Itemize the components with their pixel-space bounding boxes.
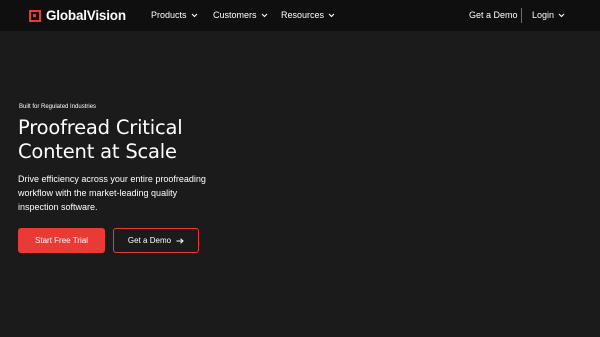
hero-eyebrow: Built for Regulated Industries xyxy=(19,104,97,110)
nav-item-resources[interactable]: Resources xyxy=(281,9,335,21)
chevron-down-icon xyxy=(558,13,565,18)
chevron-down-icon xyxy=(328,13,335,18)
get-a-demo-button[interactable]: Get a Demo xyxy=(113,228,199,253)
hero-subtext-line-3: inspection software. xyxy=(18,202,98,212)
brand-name: GlobalVision xyxy=(46,8,126,23)
top-navigation: GlobalVision Products Customers Resource… xyxy=(0,0,600,31)
nav-get-a-demo-label: Get a Demo xyxy=(469,10,518,20)
nav-item-customers-label: Customers xyxy=(213,10,257,20)
nav-login-label: Login xyxy=(532,10,555,20)
chevron-down-icon xyxy=(261,13,267,18)
nav-item-resources-label: Resources xyxy=(281,10,325,20)
arrow-right-icon xyxy=(176,237,184,244)
nav-item-products-label: Products xyxy=(151,10,187,20)
hero-subtext: Drive efficiency across your entire proo… xyxy=(18,172,258,214)
nav-divider xyxy=(521,8,522,23)
nav-login[interactable]: Login xyxy=(532,9,565,21)
start-free-trial-button[interactable]: Start Free Trial xyxy=(18,228,105,253)
nav-get-a-demo-link[interactable]: Get a Demo xyxy=(469,9,518,21)
nav-item-products[interactable]: Products xyxy=(151,9,198,21)
globalvision-logo[interactable]: GlobalVision xyxy=(29,8,126,23)
page: GlobalVision Products Customers Resource… xyxy=(0,0,600,337)
nav-item-customers[interactable]: Customers xyxy=(213,9,268,21)
hero-headline: Proofread Critical Content at Scale xyxy=(18,116,278,164)
get-a-demo-label: Get a Demo xyxy=(127,236,172,245)
hero-headline-line-2: Content at Scale xyxy=(18,140,177,163)
hero-subtext-line-1: Drive efficiency across your entire proo… xyxy=(18,174,206,184)
chevron-down-icon xyxy=(191,13,197,18)
hero-subtext-line-2: workflow with the market-leading quality xyxy=(18,188,178,198)
logo-mark-icon xyxy=(29,9,41,22)
start-free-trial-label: Start Free Trial xyxy=(35,236,88,245)
hero-headline-line-1: Proofread Critical xyxy=(18,116,183,139)
